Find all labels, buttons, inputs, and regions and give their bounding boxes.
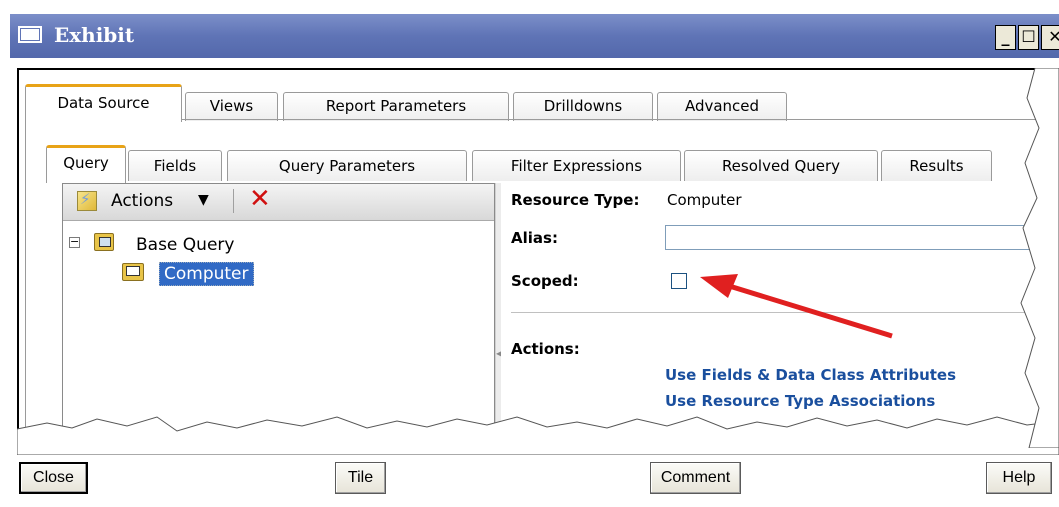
- scoped-label: Scoped:: [511, 272, 579, 290]
- tab-query-parameters[interactable]: Query Parameters: [227, 150, 467, 181]
- collapse-toggle[interactable]: −: [69, 236, 80, 248]
- toolbar-separator: [233, 189, 234, 213]
- minimize-button[interactable]: _: [995, 25, 1016, 50]
- tab-fields[interactable]: Fields: [128, 150, 222, 181]
- tab-data-source[interactable]: Data Source: [25, 84, 182, 122]
- actions-section-label: Actions:: [511, 340, 580, 358]
- actions-menu-button[interactable]: Actions: [111, 191, 173, 211]
- resource-type-label: Resource Type:: [511, 191, 640, 209]
- tab-drilldowns[interactable]: Drilldowns: [513, 92, 653, 121]
- tab-views[interactable]: Views: [185, 92, 278, 121]
- tab-query[interactable]: Query: [46, 145, 126, 183]
- computer-resource-icon: [122, 263, 144, 281]
- torn-edge-decoration: [17, 416, 1059, 455]
- delete-icon[interactable]: ✕: [249, 184, 271, 214]
- chevron-down-icon[interactable]: ▼: [198, 192, 209, 208]
- tab-resolved-query[interactable]: Resolved Query: [684, 150, 878, 181]
- help-button[interactable]: Help: [986, 462, 1052, 494]
- use-fields-link[interactable]: Use Fields & Data Class Attributes: [665, 366, 956, 384]
- tree-node-computer[interactable]: Computer: [159, 262, 254, 286]
- outer-tab-strip: Data Source Views Report Parameters Dril…: [25, 84, 1059, 122]
- tile-button[interactable]: Tile: [335, 462, 386, 494]
- actions-toolbar: Actions ▼ ✕: [63, 184, 494, 221]
- section-divider: [511, 312, 1059, 313]
- scoped-checkbox[interactable]: [671, 273, 687, 289]
- resource-type-value: Computer: [667, 191, 742, 209]
- tab-report-parameters[interactable]: Report Parameters: [283, 92, 509, 121]
- window-icon: [18, 26, 42, 43]
- lightning-icon: [77, 190, 97, 211]
- tree-node-base-query[interactable]: Base Query: [136, 235, 234, 255]
- ragged-right-edge-decoration: [1020, 68, 1059, 448]
- alias-label: Alias:: [511, 229, 558, 247]
- window-title: Exhibit: [54, 23, 135, 47]
- close-window-button[interactable]: ✕: [1041, 25, 1059, 50]
- window-title-bar: Exhibit _ ☐ ✕: [10, 14, 1059, 58]
- base-query-icon: [94, 233, 114, 251]
- tab-advanced[interactable]: Advanced: [657, 92, 787, 121]
- tab-filter-expressions[interactable]: Filter Expressions: [472, 150, 681, 181]
- close-button[interactable]: Close: [19, 462, 88, 494]
- maximize-button[interactable]: ☐: [1018, 25, 1039, 50]
- alias-input[interactable]: [665, 225, 1059, 250]
- tab-results[interactable]: Results: [881, 150, 992, 181]
- comment-button[interactable]: Comment: [650, 462, 741, 494]
